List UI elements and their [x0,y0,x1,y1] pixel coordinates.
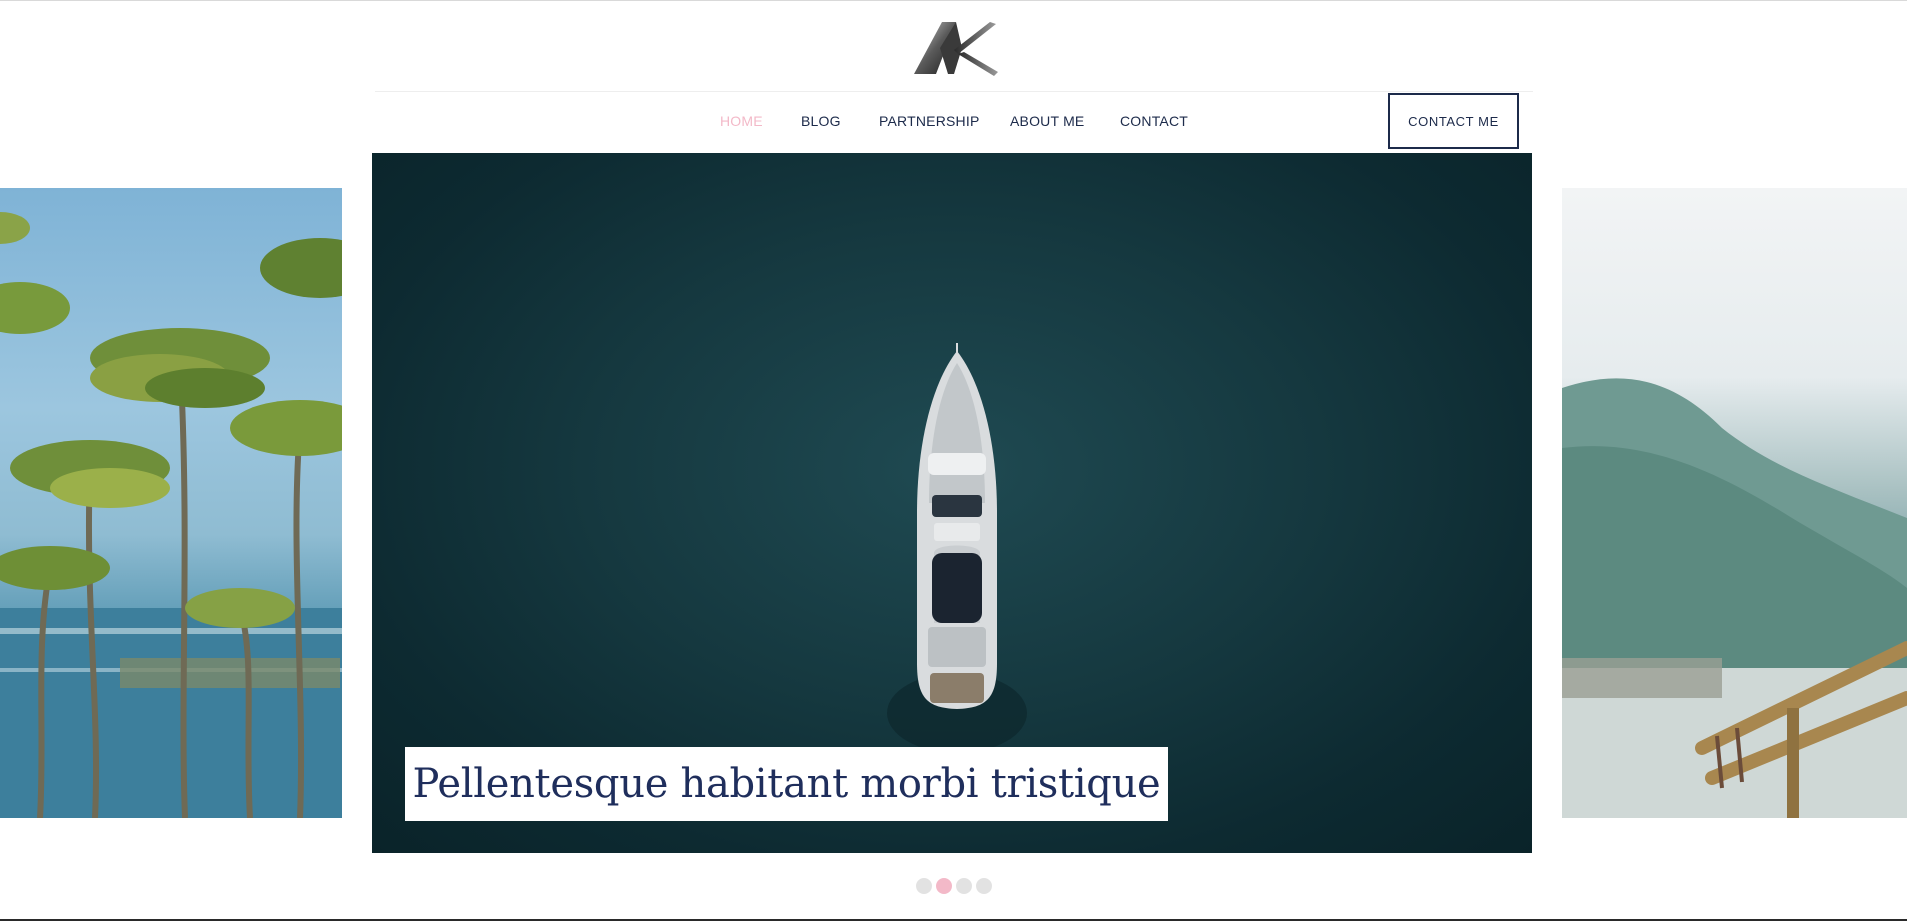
carousel-pagination [916,878,992,894]
carousel-slide-next[interactable] [1562,188,1907,818]
nav-item-about-me[interactable]: ABOUT ME [1010,113,1084,129]
carousel-slide-prev[interactable] [0,188,342,818]
hills-image [1562,378,1907,818]
carousel-dot-2[interactable] [936,878,952,894]
contact-me-button[interactable]: CONTACT ME [1388,93,1519,149]
nav-item-blog[interactable]: BLOG [801,113,841,129]
palm-trees-image [0,212,342,818]
carousel-dot-4[interactable] [976,878,992,894]
nav-item-contact[interactable]: CONTACT [1120,113,1188,129]
carousel-dot-3[interactable] [956,878,972,894]
logo-mark [914,22,998,76]
site-logo[interactable] [910,18,1000,78]
main-nav: HOME BLOG PARTNERSHIP ABOUT ME CONTACT [0,91,1907,153]
carousel-dot-1[interactable] [916,878,932,894]
top-divider [0,0,1907,1]
slide-caption: Pellentesque habitant morbi tristique [405,747,1168,821]
nav-item-partnership[interactable]: PARTNERSHIP [879,113,979,129]
slide-caption-text: Pellentesque habitant morbi tristique [412,761,1161,807]
nav-item-home[interactable]: HOME [720,113,763,129]
